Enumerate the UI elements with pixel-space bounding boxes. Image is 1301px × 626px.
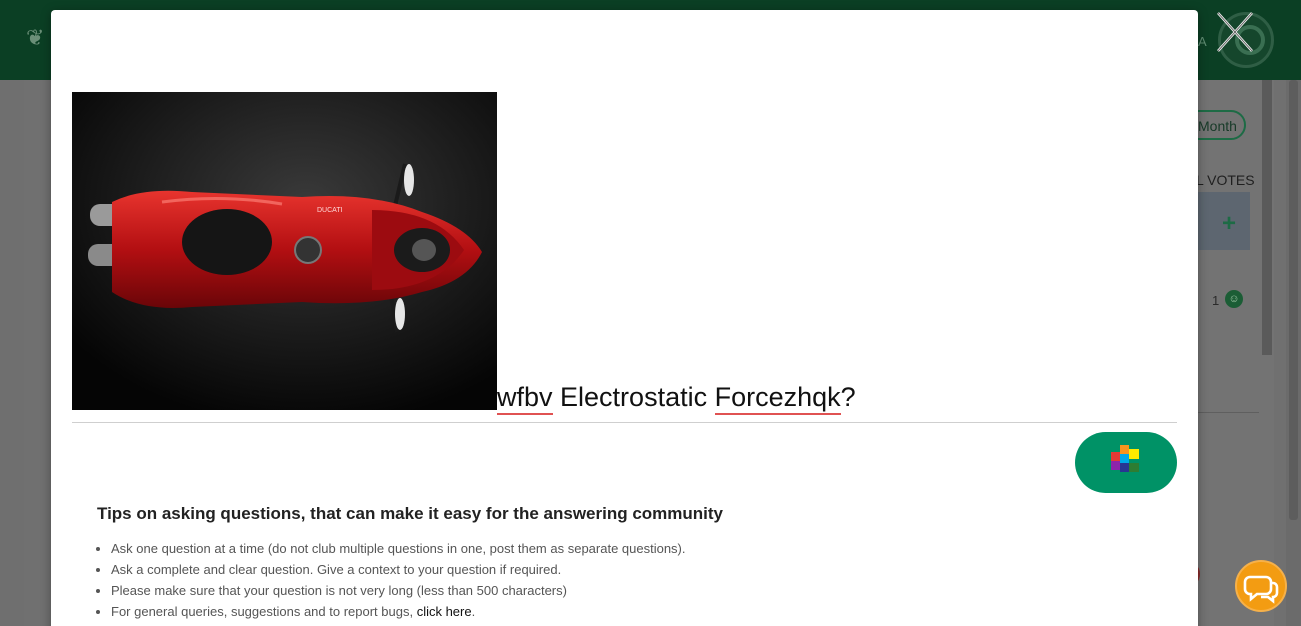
vote-count: 1: [1212, 293, 1220, 308]
inner-scrollbar: [1262, 80, 1272, 355]
question-header: DUCATI wfbv Electrostatic Forcezhqk?: [72, 92, 1177, 423]
tips-section: Tips on asking questions, that can make …: [97, 504, 1157, 622]
smile-icon: ☺: [1225, 290, 1243, 308]
question-title-word-1: wfbv: [497, 382, 553, 415]
close-button[interactable]: [1215, 10, 1255, 54]
tip-item-end: .: [471, 604, 476, 619]
question-title: wfbv Electrostatic Forcezhqk?: [497, 382, 856, 415]
live-chat-button[interactable]: [1235, 560, 1287, 612]
page-scrollbar-thumb[interactable]: [1289, 80, 1298, 520]
divider: [1197, 412, 1259, 413]
site-logo: ❦: [26, 25, 45, 50]
tips-heading: Tips on asking questions, that can make …: [97, 504, 724, 523]
svg-text:DUCATI: DUCATI: [317, 207, 343, 214]
tip-item: Ask one question at a time (do not club …: [111, 538, 1157, 559]
apps-grid-icon: [1111, 445, 1139, 472]
header-nav-text: A: [1198, 34, 1208, 49]
question-image: DUCATI: [72, 92, 497, 410]
apps-button[interactable]: [1075, 432, 1177, 493]
tip-item: Ask a complete and clear question. Give …: [111, 559, 1157, 580]
question-title-word-2: Electrostatic: [552, 382, 715, 412]
question-title-word-3: Forcezhqk: [714, 382, 841, 415]
tip-item-text: For general queries, suggestions and to …: [111, 604, 417, 619]
votes-label: L VOTES: [1196, 172, 1255, 188]
chat-icon: [1243, 575, 1279, 604]
tip-item: Please make sure that your question is n…: [111, 580, 1157, 601]
tip-item: For general queries, suggestions and to …: [111, 601, 1157, 622]
plus-icon: +: [1222, 210, 1237, 237]
close-icon: [1217, 12, 1253, 52]
question-title-end: ?: [840, 382, 856, 412]
report-bugs-link[interactable]: click here: [417, 604, 472, 619]
tips-list: Ask one question at a time (do not club …: [97, 538, 1157, 622]
